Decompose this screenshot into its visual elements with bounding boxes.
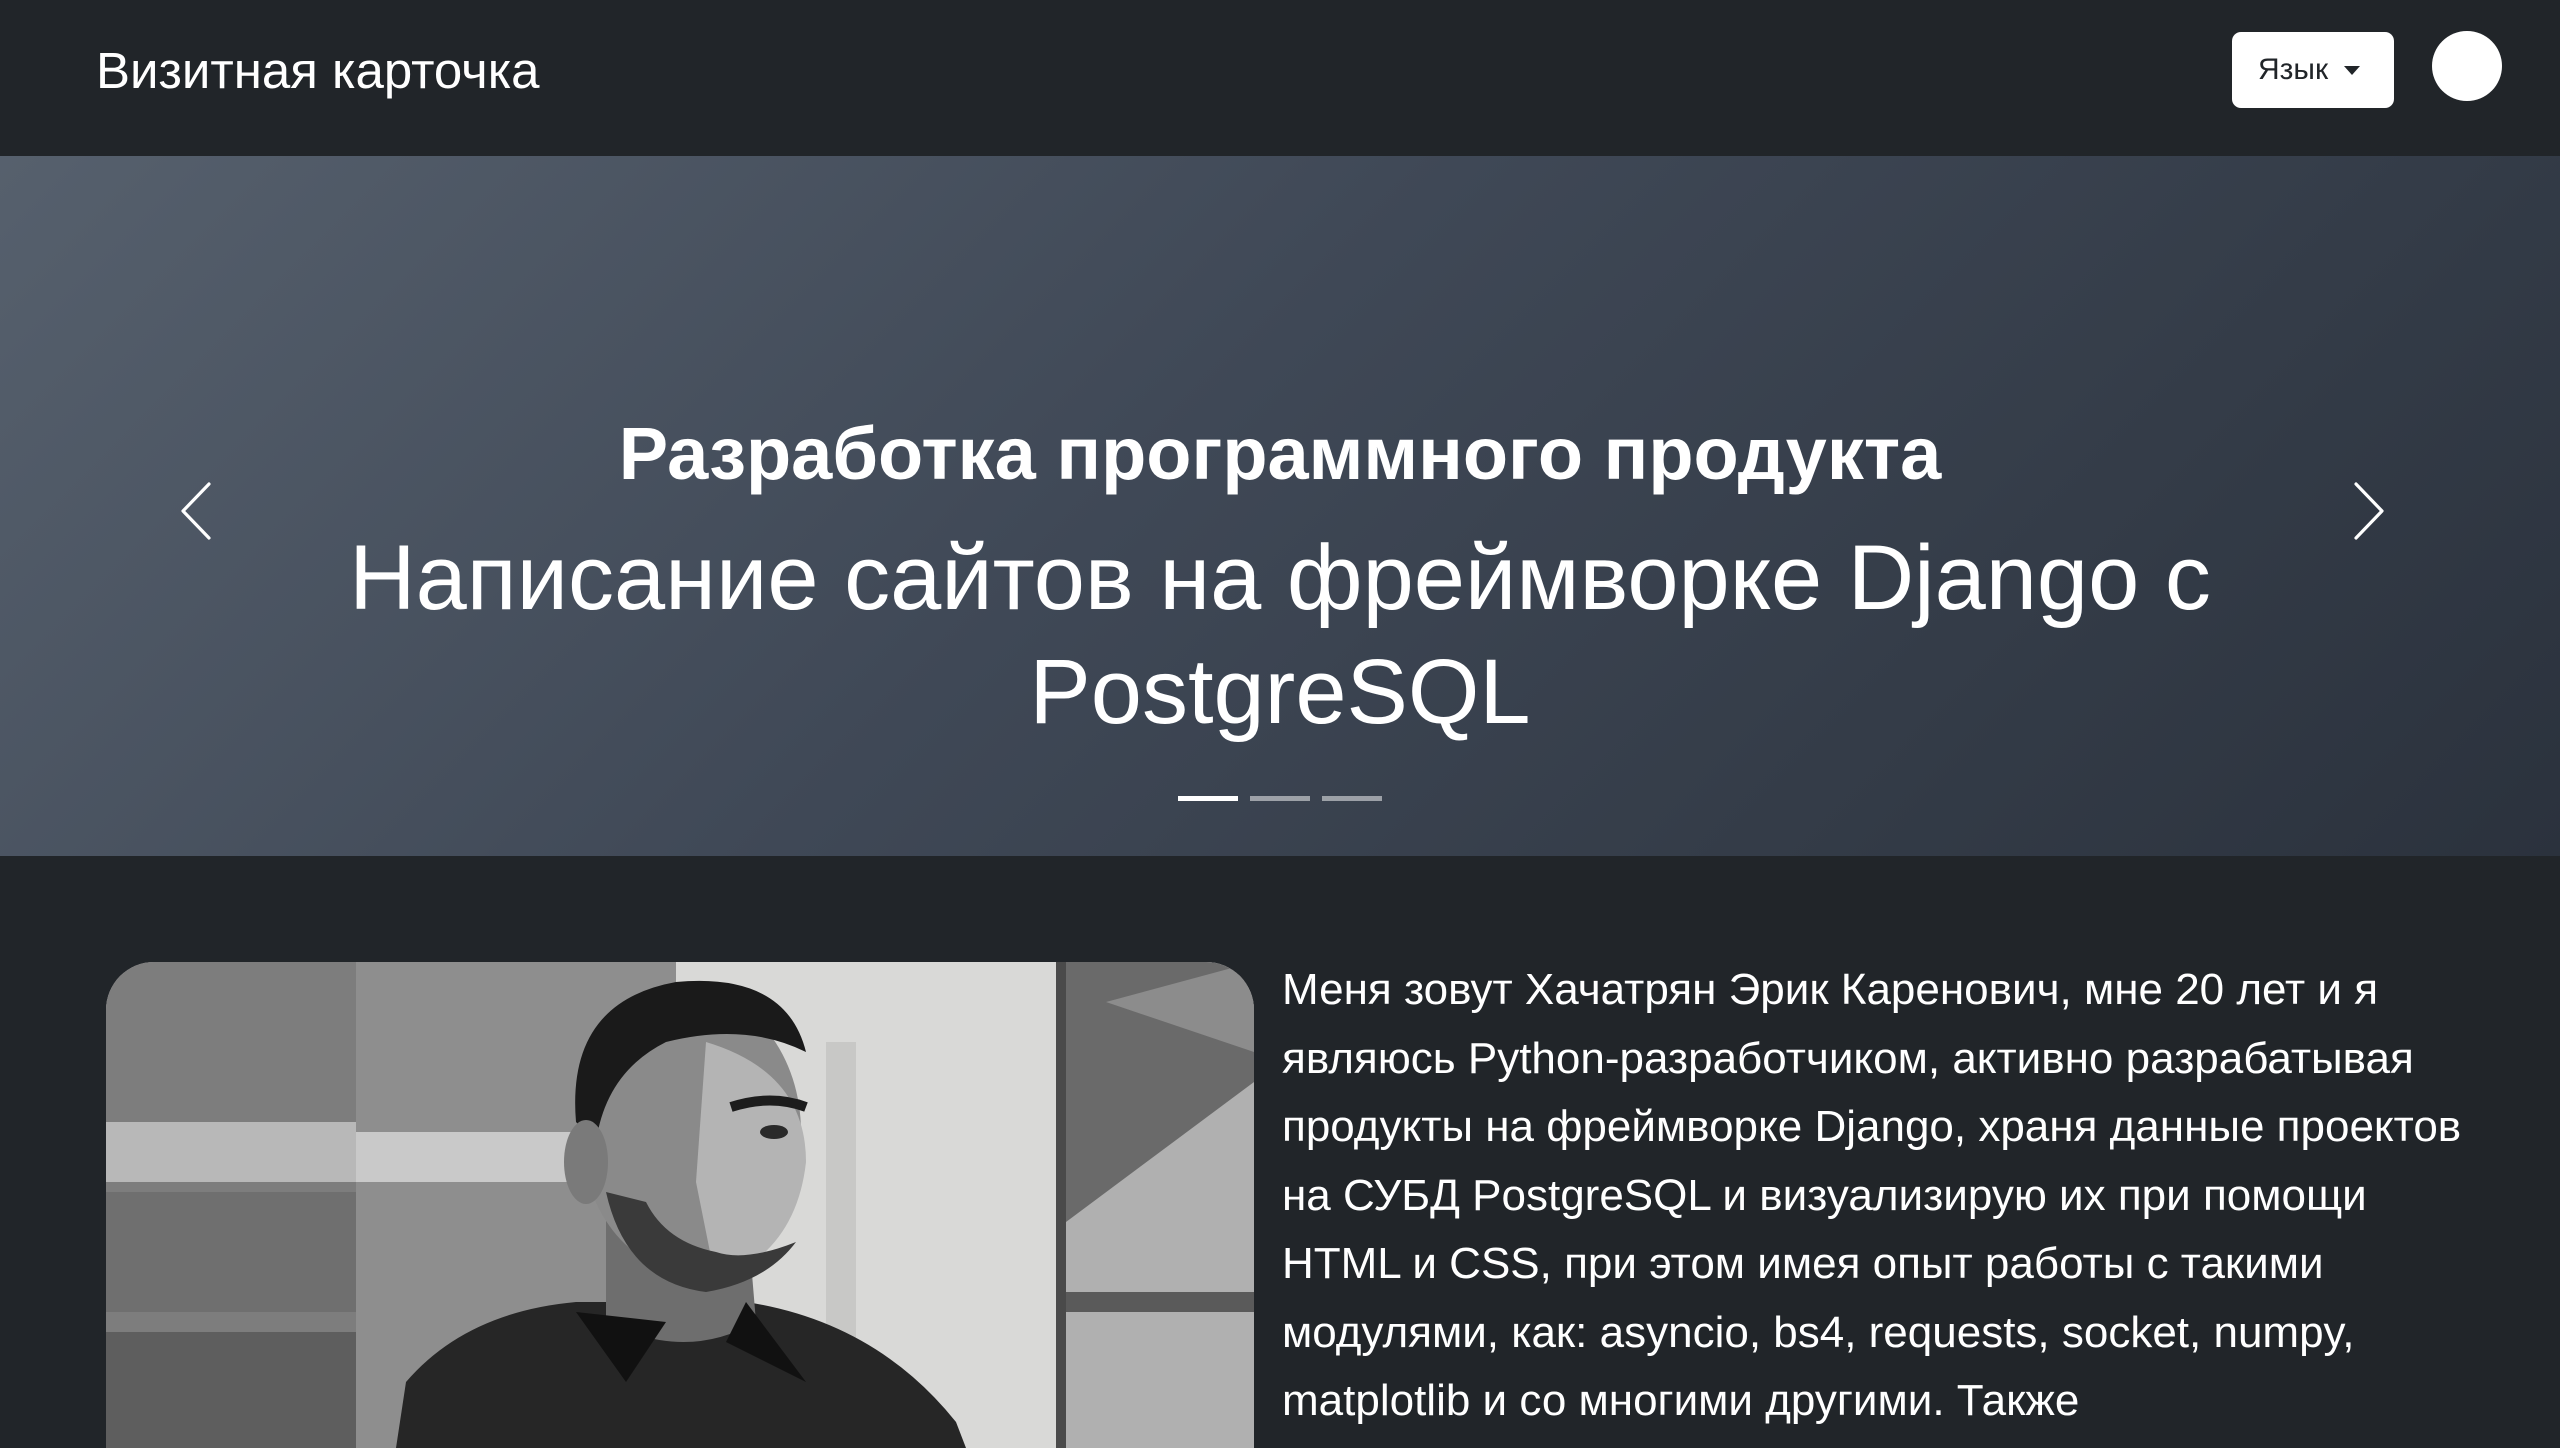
slide-title: Разработка программного продукта <box>618 412 1942 495</box>
language-dropdown-button[interactable]: Язык <box>2232 32 2394 108</box>
portrait-photo-icon <box>106 962 1254 1448</box>
navbar: Визитная карточка Язык <box>0 0 2560 156</box>
carousel-indicator[interactable] <box>1322 796 1382 801</box>
carousel-indicator[interactable] <box>1250 796 1310 801</box>
hero-carousel: Разработка программного продукта Написан… <box>0 156 2560 856</box>
carousel-indicators <box>1178 796 1382 801</box>
caret-down-icon <box>2344 65 2361 75</box>
slide-text: Написание сайтов на фреймворке Django с … <box>349 527 2211 743</box>
chevron-left-icon <box>181 482 211 540</box>
profile-photo <box>106 962 1254 1448</box>
chevron-right-icon <box>2354 482 2384 540</box>
carousel-prev-button[interactable] <box>125 456 265 566</box>
carousel-indicator[interactable] <box>1178 796 1238 801</box>
about-text: Меня зовут Хачатрян Эрик Каренович, мне … <box>1282 965 2462 1425</box>
carousel-next-button[interactable] <box>2300 456 2440 566</box>
language-button-label: Язык <box>2258 53 2329 86</box>
avatar[interactable] <box>2432 31 2502 101</box>
navbar-brand[interactable]: Визитная карточка <box>96 38 540 104</box>
